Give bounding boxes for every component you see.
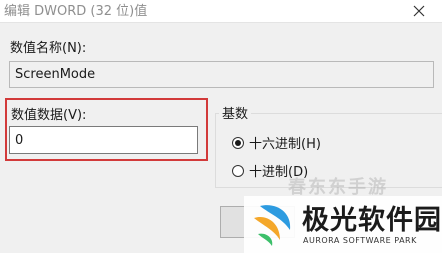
- radio-button-unchecked[interactable]: [232, 164, 244, 177]
- logo-name: 极光软件园: [302, 205, 442, 236]
- radio-hexadecimal[interactable]: 十六进制(H): [232, 133, 321, 152]
- radio-hexadecimal-label: 十六进制(H): [249, 137, 321, 152]
- value-name-field[interactable]: ScreenMode: [9, 61, 434, 88]
- logo-subtitle: AURORA SOFTWARE PARK: [303, 236, 417, 245]
- value-data-text: 0: [15, 132, 24, 148]
- value-data-label: 数值数据(V):: [11, 108, 87, 123]
- value-data-input[interactable]: 0: [9, 126, 198, 154]
- watermark-logo: 极光软件园 AURORA SOFTWARE PARK: [244, 196, 442, 253]
- value-name-label: 数值名称(N):: [10, 41, 87, 56]
- close-icon: [413, 5, 425, 17]
- aurora-logo-icon: [254, 205, 291, 246]
- base-group-title: 基数: [219, 103, 252, 122]
- close-button[interactable]: [396, 0, 442, 22]
- radio-button-checked[interactable]: [232, 136, 244, 149]
- title-bar: 编辑 DWORD (32 位)值: [0, 0, 442, 23]
- window-title: 编辑 DWORD (32 位)值: [4, 4, 148, 19]
- value-name-text: ScreenMode: [15, 67, 96, 82]
